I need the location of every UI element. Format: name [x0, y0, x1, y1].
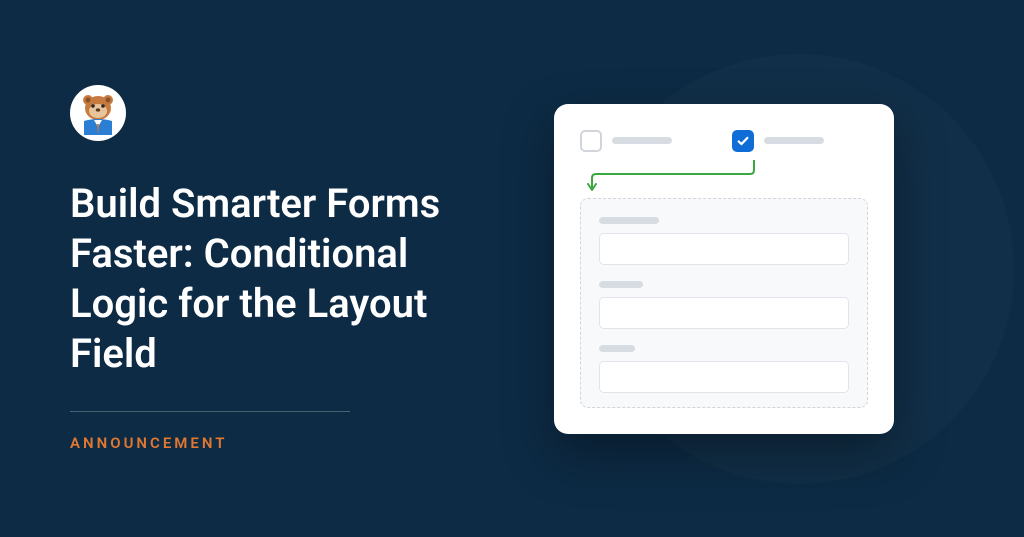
- illustration-column: [494, 0, 954, 537]
- field-input-placeholder: [599, 361, 849, 393]
- checkbox-unchecked-icon: [580, 130, 602, 152]
- form-field: [599, 217, 849, 265]
- checkbox-checked-icon: [732, 130, 754, 152]
- checkbox-row: [580, 130, 868, 152]
- placeholder-line: [612, 137, 672, 144]
- field-input-placeholder: [599, 233, 849, 265]
- form-field: [599, 345, 849, 393]
- brand-logo-icon: [70, 85, 126, 141]
- field-input-placeholder: [599, 297, 849, 329]
- divider-line: [70, 411, 350, 412]
- conditional-arrow-icon: [580, 160, 868, 192]
- field-label-placeholder: [599, 345, 635, 352]
- placeholder-line: [764, 137, 824, 144]
- category-label: ANNOUNCEMENT: [70, 434, 494, 452]
- field-label-placeholder: [599, 217, 659, 224]
- page-title: Build Smarter Forms Faster: Conditional …: [70, 179, 494, 379]
- form-card-illustration: [554, 104, 894, 434]
- text-column: Build Smarter Forms Faster: Conditional …: [70, 85, 494, 452]
- field-label-placeholder: [599, 281, 643, 288]
- layout-field-container: [580, 198, 868, 408]
- form-field: [599, 281, 849, 329]
- banner-container: Build Smarter Forms Faster: Conditional …: [0, 0, 1024, 537]
